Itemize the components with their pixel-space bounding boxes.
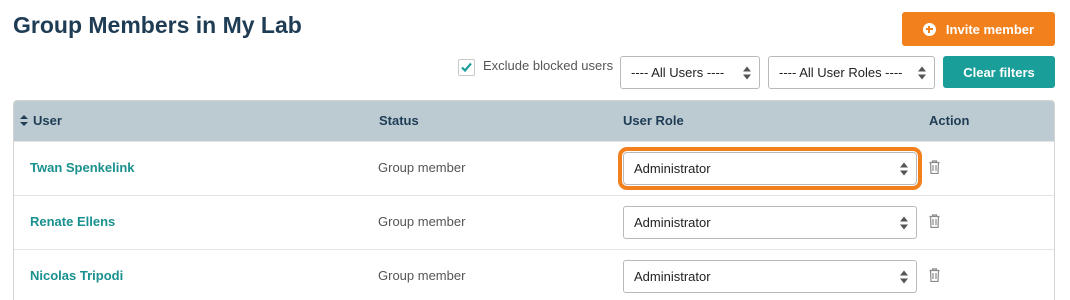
header-user-label: User bbox=[33, 113, 62, 128]
trash-icon[interactable] bbox=[929, 214, 940, 228]
exclude-blocked-label: Exclude blocked users bbox=[483, 58, 614, 73]
trash-icon[interactable] bbox=[929, 268, 940, 282]
page-title: Group Members in My Lab bbox=[13, 12, 302, 38]
header-user-role: User Role bbox=[623, 113, 684, 128]
roles-filter-select[interactable]: ---- All User Roles ---- bbox=[768, 56, 935, 89]
header-action: Action bbox=[929, 113, 970, 128]
plus-circle-icon bbox=[922, 22, 936, 36]
user-name-link[interactable]: Nicolas Tripodi bbox=[30, 268, 123, 283]
table-row: Renate Ellens Group member Administrator bbox=[14, 195, 1054, 249]
select-arrows-icon bbox=[743, 66, 751, 79]
members-table: User Status User Role Action Twan Spenke… bbox=[13, 100, 1055, 300]
invite-member-label: Invite member bbox=[945, 21, 1035, 37]
user-role-value: Administrator bbox=[634, 215, 711, 230]
user-name-link[interactable]: Renate Ellens bbox=[30, 214, 115, 229]
member-status: Group member bbox=[378, 160, 466, 175]
member-status: Group member bbox=[378, 214, 466, 229]
check-icon bbox=[461, 62, 472, 73]
user-role-value: Administrator bbox=[634, 269, 711, 284]
user-name-link[interactable]: Twan Spenkelink bbox=[30, 160, 135, 175]
member-status: Group member bbox=[378, 268, 466, 283]
invite-member-button[interactable]: Invite member bbox=[902, 12, 1055, 46]
header-user[interactable]: User bbox=[20, 113, 62, 128]
user-role-value: Administrator bbox=[634, 161, 711, 176]
table-header: User Status User Role Action bbox=[14, 101, 1054, 141]
header-status: Status bbox=[379, 113, 419, 128]
users-filter-value: ---- All Users ---- bbox=[631, 65, 725, 80]
clear-filters-button[interactable]: Clear filters bbox=[943, 56, 1055, 88]
select-arrows-icon bbox=[918, 66, 926, 79]
users-filter-select[interactable]: ---- All Users ---- bbox=[620, 56, 760, 89]
user-role-select[interactable]: Administrator bbox=[618, 147, 922, 190]
select-arrows-icon bbox=[900, 162, 908, 175]
select-arrows-icon bbox=[900, 270, 908, 283]
select-arrows-icon bbox=[900, 216, 908, 229]
table-row: Nicolas Tripodi Group member Administrat… bbox=[14, 249, 1054, 300]
user-role-select[interactable]: Administrator bbox=[623, 206, 917, 239]
sort-icon bbox=[20, 115, 28, 126]
user-role-select[interactable]: Administrator bbox=[623, 260, 917, 293]
trash-icon[interactable] bbox=[929, 160, 940, 174]
exclude-blocked-checkbox[interactable] bbox=[458, 59, 475, 76]
table-row: Twan Spenkelink Group member Administrat… bbox=[14, 141, 1054, 195]
roles-filter-value: ---- All User Roles ---- bbox=[779, 65, 903, 80]
